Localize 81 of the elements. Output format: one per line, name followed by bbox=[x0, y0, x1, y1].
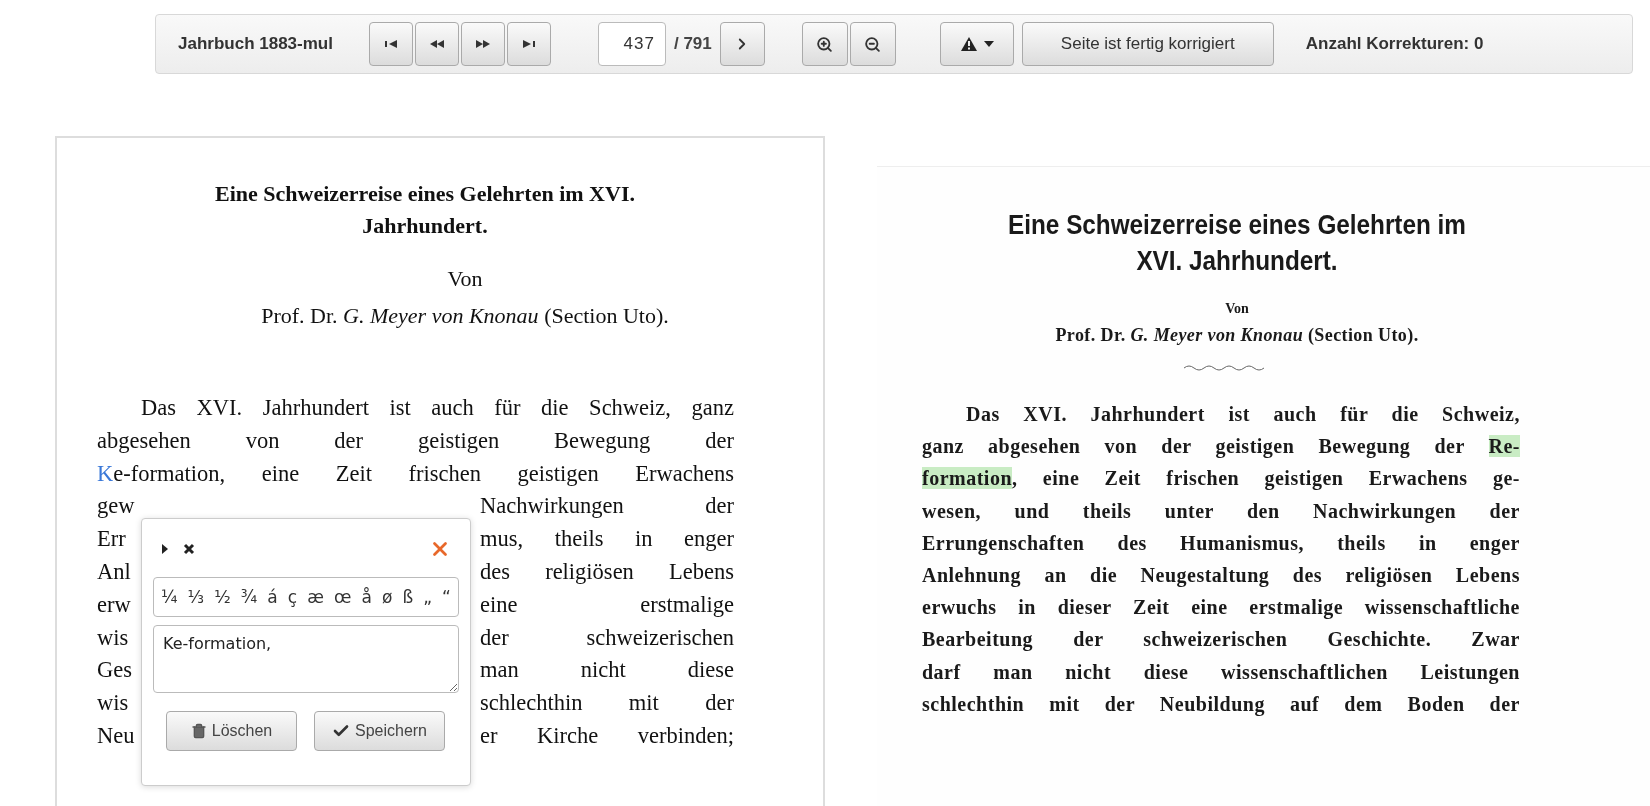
text-fragment: Err bbox=[97, 525, 126, 554]
page-total: / 791 bbox=[673, 34, 712, 54]
tool-button[interactable] bbox=[183, 543, 195, 555]
skip-end-icon bbox=[520, 38, 537, 50]
text-fragment: wis bbox=[97, 689, 129, 718]
text-line: schlechthin mit der Neubildung auf dem Boden der bbox=[922, 692, 1520, 715]
article-title: Eine Schweizerreise eines Gelehrten im XVI. bbox=[214, 180, 636, 208]
highlighted-word: formation bbox=[922, 467, 1013, 490]
trash-icon bbox=[190, 723, 207, 739]
text-fragment: man nicht diese bbox=[480, 656, 734, 685]
highlighted-word: Re- bbox=[1488, 435, 1520, 458]
text-fragment: der schweizerischen bbox=[480, 623, 734, 652]
text-line: Errungenschaften des Humanismus, theils in enger bbox=[922, 531, 1520, 554]
author-line: Prof. Dr. G. Meyer von Knonau (Section Uto). bbox=[1054, 325, 1420, 346]
text-fragment: Ges bbox=[97, 656, 132, 685]
caret-icon bbox=[983, 41, 994, 47]
zoom-out-icon bbox=[864, 35, 882, 53]
fast-forward-icon bbox=[474, 38, 491, 50]
text-line: wesen, und theils unter den Nachwirkungen der bbox=[922, 499, 1520, 522]
play-icon bbox=[161, 543, 169, 555]
special-character[interactable]: „ bbox=[422, 587, 434, 607]
article-title: Eine Schweizerreise eines Gelehrten im bbox=[1007, 209, 1467, 242]
page-nav-button[interactable] bbox=[414, 22, 459, 66]
special-character[interactable]: ¾ bbox=[239, 587, 259, 607]
text-line: e-formation, eine Zeit frischen geistigen Erwachens bbox=[113, 460, 734, 486]
special-character[interactable]: å bbox=[360, 587, 373, 607]
text-fragment: Anl bbox=[97, 558, 131, 586]
skip-start-icon bbox=[382, 38, 399, 50]
special-character[interactable]: ç bbox=[286, 587, 299, 607]
special-character[interactable]: æ bbox=[306, 587, 325, 607]
page-nav-button[interactable] bbox=[368, 22, 413, 66]
close-icon bbox=[183, 543, 195, 555]
page-number-field[interactable]: 437 bbox=[597, 22, 666, 66]
text-line: , eine Zeit frischen geistigen Erwachens ge- bbox=[1012, 467, 1520, 490]
byline-intro: Von bbox=[1224, 301, 1250, 317]
zoom-button[interactable] bbox=[849, 22, 896, 66]
special-character[interactable]: ø bbox=[380, 587, 394, 607]
tool-button[interactable] bbox=[161, 543, 169, 555]
special-character[interactable]: ⅓ bbox=[186, 587, 206, 607]
save-button[interactable]: Speichern bbox=[314, 711, 445, 751]
article-title: Jahrhundert. bbox=[361, 212, 489, 240]
page-nav-button[interactable] bbox=[460, 22, 505, 66]
text-fragment: er Kirche verbinden; bbox=[480, 721, 734, 750]
marked-letter: K bbox=[97, 460, 114, 486]
text-fragment: gew bbox=[97, 492, 135, 521]
special-character[interactable]: ß bbox=[401, 587, 415, 607]
warning-icon bbox=[959, 36, 978, 52]
text-fragment: mus, theils in enger bbox=[480, 525, 734, 554]
special-character[interactable]: ¼ bbox=[160, 587, 179, 607]
text-fragment: Neu bbox=[97, 721, 135, 750]
rewind-icon bbox=[428, 38, 445, 50]
document-title: Jahrbuch 1883-mul bbox=[178, 34, 333, 54]
text-line: Das XVI. Jahrhundert ist auch für die Schweiz, bbox=[966, 403, 1520, 425]
zoom-button[interactable] bbox=[801, 22, 848, 66]
text-fragment: Nachwirkungen der bbox=[480, 492, 734, 521]
special-character[interactable]: “ bbox=[441, 587, 452, 607]
text-fragment: wis bbox=[97, 623, 129, 652]
page-finished-button[interactable]: Seite ist fertig korrigiert bbox=[1021, 22, 1274, 66]
correction-text-field[interactable]: Ke-formation, bbox=[153, 625, 459, 693]
text-fragment: eine erstmalige bbox=[480, 590, 734, 619]
text-line: erwuchs in dieser Zeit eine erstmalige wissenschaftliche bbox=[922, 596, 1520, 619]
zoom-in-icon bbox=[816, 35, 834, 53]
text-line: Anlehnung an die Neugestaltung des religiösen Lebens bbox=[922, 564, 1520, 586]
text-line: Das XVI. Jahrhundert ist auch für die Schweiz, ganz bbox=[141, 395, 734, 420]
special-character[interactable]: ½ bbox=[213, 587, 232, 607]
warning-menu-button[interactable] bbox=[939, 22, 1014, 66]
text-line: ganz abgesehen von der geistigen Bewegung der bbox=[922, 435, 1466, 458]
text-fragment: schlechthin mit der bbox=[480, 689, 734, 718]
text-line: darf man nicht diese wissenschaftlichen Leistungen bbox=[922, 660, 1520, 683]
text-fragment: des religiösen Lebens bbox=[480, 558, 734, 586]
text-fragment: erw bbox=[97, 590, 131, 619]
corrections-count: Anzahl Korrekturen: 0 bbox=[1305, 34, 1484, 54]
author-line: Prof. Dr. G. Meyer von Knonau (Section Uto). bbox=[260, 302, 670, 330]
text-line: abgesehen von der geistigen Bewegung der bbox=[97, 427, 734, 453]
special-character[interactable]: œ bbox=[332, 587, 353, 607]
text-line: Bearbeitung der schweizerischen Geschichte. Zwar bbox=[922, 628, 1520, 651]
article-title: XVI. Jahrhundert. bbox=[1135, 245, 1339, 278]
byline-intro: Von bbox=[446, 265, 484, 293]
special-character[interactable]: á bbox=[266, 587, 279, 607]
delete-button[interactable]: Löschen bbox=[166, 711, 297, 751]
page-nav-button[interactable] bbox=[506, 22, 551, 66]
